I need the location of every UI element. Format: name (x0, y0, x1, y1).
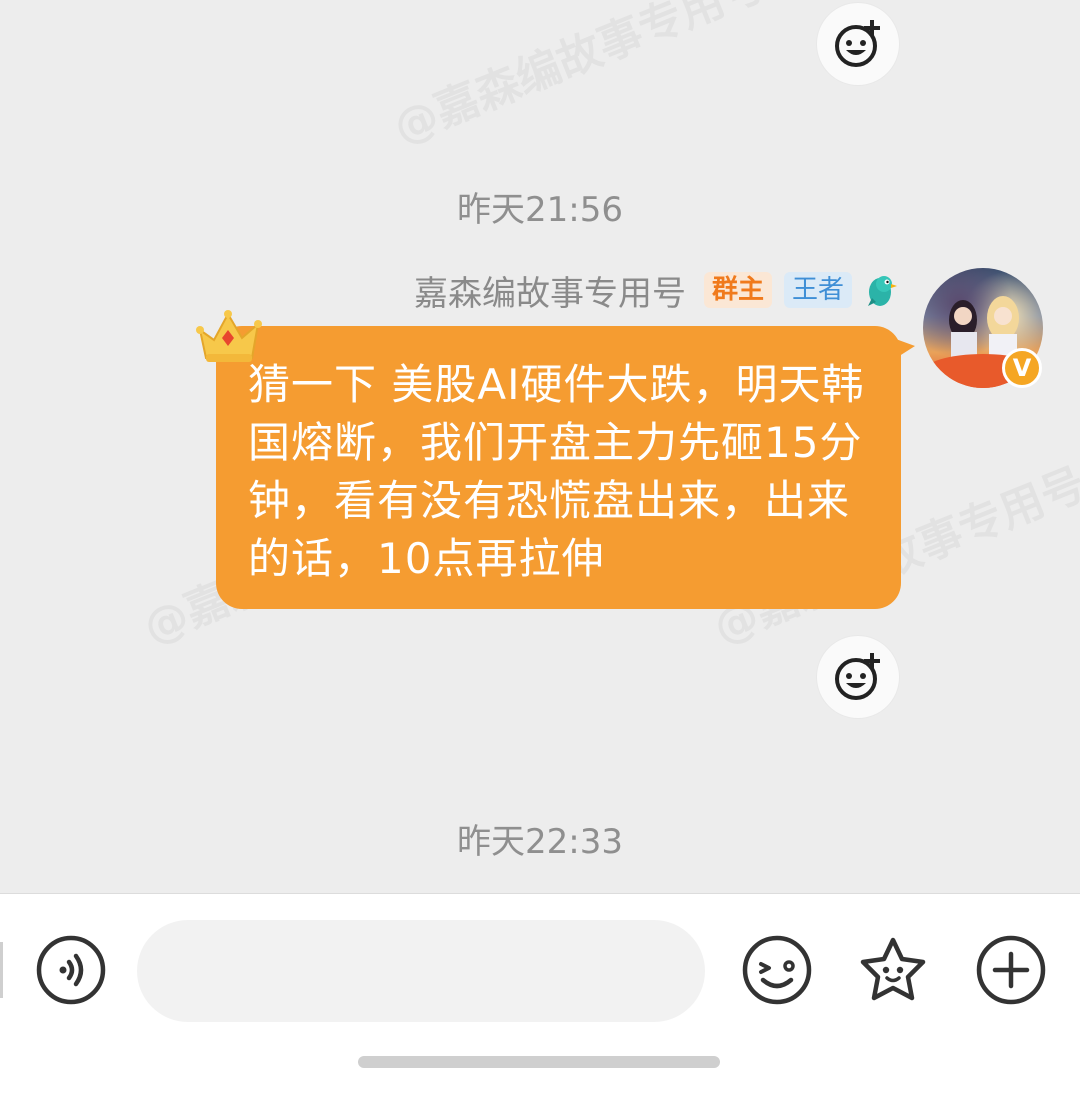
role-badge: 群主 (703, 272, 772, 308)
add-reaction-button[interactable] (817, 636, 899, 718)
add-reaction-button[interactable] (817, 3, 899, 85)
verified-badge: V (1002, 348, 1042, 388)
message-timestamp: 昨天21:56 (457, 190, 623, 230)
message-bubble[interactable]: 猜一下 美股AI硬件大跌，明天韩国熔断，我们开盘主力先砸15分钟，看有没有恐慌盘… (216, 326, 901, 609)
crown-icon (196, 310, 262, 362)
watermark: @嘉森编故事专用号 (382, 0, 773, 156)
add-emoji-icon (835, 20, 880, 67)
edge-indicator (0, 942, 3, 998)
bird-badge-icon (868, 276, 897, 306)
sender-info: 嘉森编故事专用号 群主 王者 (414, 266, 898, 314)
chat-input-bar (0, 893, 1080, 1093)
message-timestamp: 昨天22:33 (457, 822, 623, 862)
message-input[interactable] (137, 920, 705, 1022)
sender-name[interactable]: 嘉森编故事专用号 (414, 266, 686, 315)
message-text: 猜一下 美股AI硬件大跌，明天韩国熔断，我们开盘主力先砸15分钟，看有没有恐慌盘… (248, 360, 865, 583)
emoji-icon[interactable] (741, 934, 813, 1006)
voice-icon[interactable] (35, 934, 107, 1006)
level-badge: 王者 (783, 272, 852, 308)
home-indicator[interactable] (358, 1056, 720, 1068)
bubble-tail (893, 338, 915, 360)
plus-icon[interactable] (975, 934, 1047, 1006)
add-emoji-icon (835, 653, 880, 700)
sticker-icon[interactable] (857, 934, 929, 1006)
